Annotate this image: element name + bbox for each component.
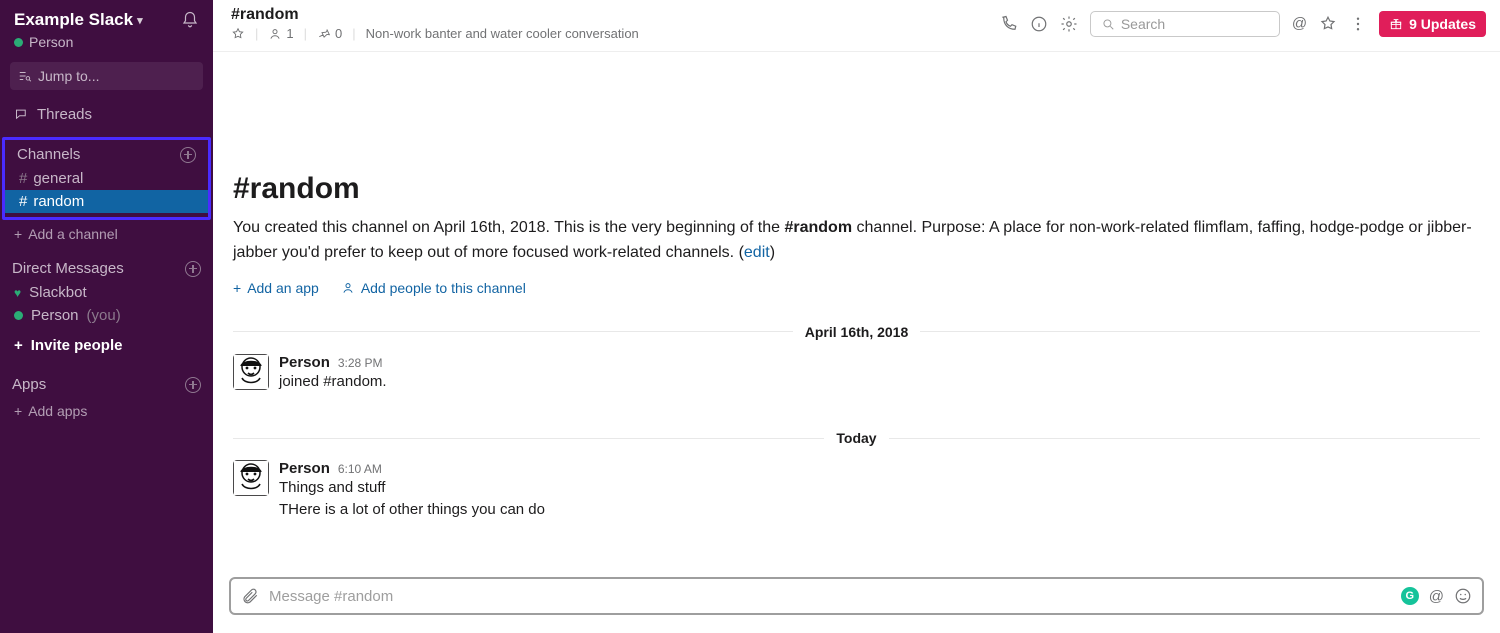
grammarly-icon[interactable]: G — [1401, 587, 1419, 605]
message-sender[interactable]: Person — [279, 460, 330, 477]
message-composer[interactable]: Message #random G @ — [229, 577, 1484, 615]
new-dm-icon[interactable] — [185, 261, 201, 277]
composer-placeholder: Message #random — [269, 588, 1391, 605]
mention-icon[interactable]: @ — [1429, 588, 1444, 605]
channels-header[interactable]: Channels — [17, 146, 80, 163]
plus-icon: + — [14, 337, 23, 354]
message-text: joined #random. — [279, 371, 1480, 393]
star-icon[interactable] — [231, 27, 245, 41]
threads-link[interactable]: Threads — [0, 96, 213, 133]
more-icon[interactable] — [1349, 15, 1367, 33]
search-input[interactable]: Search — [1090, 11, 1280, 37]
mentions-icon[interactable]: @ — [1292, 15, 1307, 32]
current-user[interactable]: Person — [0, 32, 213, 58]
add-apps-label: Add apps — [28, 403, 87, 419]
date-separator: Today — [233, 430, 1480, 446]
search-icon — [1101, 17, 1115, 31]
add-people-link[interactable]: Add people to this channel — [341, 280, 526, 296]
hash-icon: # — [19, 193, 27, 210]
channel-item-general[interactable]: # general — [5, 167, 208, 190]
system-message: Person 3:28 PM joined #random. — [233, 350, 1480, 403]
pin-icon[interactable]: 0 — [317, 26, 342, 41]
invite-label: Invite people — [31, 337, 123, 354]
gear-icon[interactable] — [1060, 15, 1078, 33]
add-channel-icon[interactable] — [180, 147, 196, 163]
dm-item-self[interactable]: Person (you) — [0, 304, 213, 327]
channel-item-random[interactable]: # random — [5, 190, 208, 213]
members-icon[interactable]: 1 — [268, 26, 293, 41]
dm-item-slackbot[interactable]: ♥ Slackbot — [0, 281, 213, 304]
dms-section: Direct Messages ♥ Slackbot Person (you) — [0, 254, 213, 327]
plus-icon: + — [233, 280, 241, 296]
message-sender[interactable]: Person — [279, 354, 330, 371]
channel-name: random — [33, 193, 84, 210]
search-placeholder: Search — [1121, 16, 1165, 32]
add-apps-link[interactable]: + Add apps — [0, 397, 213, 425]
message-pane[interactable]: #random You created this channel on Apri… — [213, 52, 1500, 571]
dm-name: Person — [31, 307, 79, 324]
message-time: 6:10 AM — [338, 462, 382, 476]
current-user-name: Person — [29, 34, 73, 50]
edit-purpose-link[interactable]: edit — [744, 244, 770, 261]
heart-icon: ♥ — [14, 287, 21, 299]
threads-label: Threads — [37, 106, 92, 123]
members-count: 1 — [286, 26, 293, 41]
hash-icon: # — [19, 170, 27, 187]
message-text: Things and stuff — [279, 477, 1480, 499]
message-time: 3:28 PM — [338, 356, 383, 370]
invite-people-link[interactable]: + Invite people — [0, 327, 213, 364]
composer-area: Message #random G @ — [213, 571, 1500, 633]
threads-icon — [14, 107, 29, 122]
avatar[interactable] — [233, 460, 269, 496]
dm-name: Slackbot — [29, 284, 87, 301]
date-separator: April 16th, 2018 — [233, 324, 1480, 340]
emoji-icon[interactable] — [1454, 587, 1472, 605]
message: Person 6:10 AM Things and stuff THere is… — [233, 456, 1480, 531]
plus-icon: + — [14, 226, 22, 242]
add-app-link[interactable]: + Add an app — [233, 280, 319, 296]
updates-label: 9 Updates — [1409, 16, 1476, 32]
channel-intro-title: #random — [233, 172, 1480, 206]
dms-header[interactable]: Direct Messages — [12, 260, 124, 277]
bell-icon[interactable] — [181, 11, 199, 29]
presence-dot-icon — [14, 311, 23, 320]
phone-icon[interactable] — [1000, 15, 1018, 33]
gift-icon — [1389, 17, 1403, 31]
plus-icon: + — [14, 403, 22, 419]
channel-intro-text: You created this channel on April 16th, … — [233, 216, 1480, 266]
info-icon[interactable] — [1030, 15, 1048, 33]
workspace-name: Example Slack — [14, 10, 133, 30]
person-icon — [341, 281, 355, 295]
apps-header[interactable]: Apps — [12, 376, 46, 393]
channels-section: Channels # general # random — [2, 137, 211, 220]
apps-section: Apps — [0, 370, 213, 397]
updates-button[interactable]: 9 Updates — [1379, 11, 1486, 37]
channel-view: #random | 1 | 0 | Non-work banter and wa… — [213, 0, 1500, 633]
presence-dot-icon — [14, 38, 23, 47]
star-outline-icon[interactable] — [1319, 15, 1337, 33]
list-search-icon — [18, 69, 32, 83]
message-text: THere is a lot of other things you can d… — [279, 499, 1480, 521]
add-app-icon[interactable] — [185, 377, 201, 393]
channel-header: #random | 1 | 0 | Non-work banter and wa… — [213, 0, 1500, 52]
channel-name: general — [33, 170, 83, 187]
sidebar: Example Slack ▾ Person Jump to... Thread… — [0, 0, 213, 633]
avatar[interactable] — [233, 354, 269, 390]
add-channel-link[interactable]: + Add a channel — [0, 220, 213, 248]
channel-title[interactable]: #random — [231, 6, 299, 24]
attach-icon[interactable] — [241, 587, 259, 605]
add-channel-label: Add a channel — [28, 226, 118, 242]
you-suffix: (you) — [87, 307, 121, 324]
workspace-switcher[interactable]: Example Slack ▾ — [14, 10, 143, 30]
channel-topic[interactable]: Non-work banter and water cooler convers… — [366, 26, 639, 41]
pins-count: 0 — [335, 26, 342, 41]
chevron-down-icon: ▾ — [137, 14, 143, 27]
jump-to[interactable]: Jump to... — [10, 62, 203, 90]
jump-to-placeholder: Jump to... — [38, 68, 99, 84]
